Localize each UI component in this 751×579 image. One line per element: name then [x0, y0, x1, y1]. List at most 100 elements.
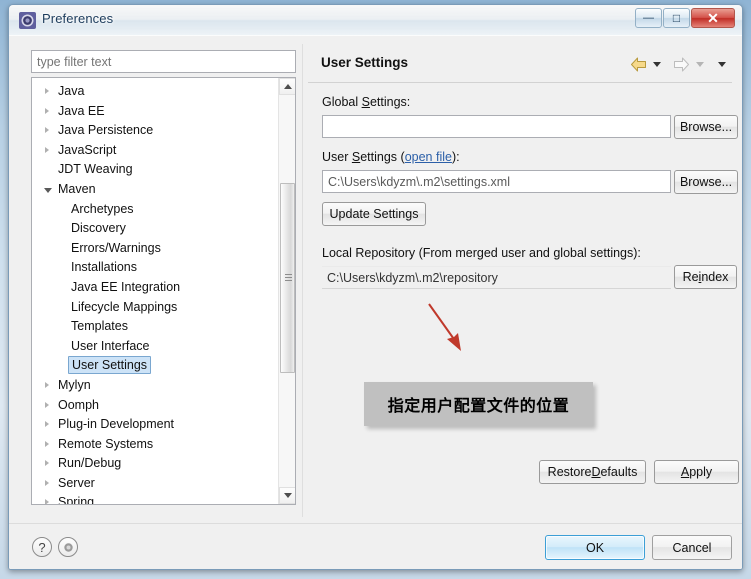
- chevron-right-icon[interactable]: [45, 127, 49, 134]
- sidebar-item-spring[interactable]: Spring: [32, 493, 277, 505]
- dialog-footer: ? OK Cancel: [9, 523, 742, 569]
- sidebar-item-remote-systems[interactable]: Remote Systems: [32, 435, 277, 455]
- chevron-right-icon[interactable]: [45, 440, 49, 447]
- sidebar-item-label: Lifecycle Mappings: [71, 299, 178, 314]
- sidebar-item-label: JDT Weaving: [58, 162, 133, 177]
- close-button[interactable]: ✕: [691, 8, 735, 28]
- forward-arrow-icon: [673, 57, 690, 72]
- sidebar-item-label: Archetypes: [71, 201, 134, 216]
- tree-item-list: Java Java EE Java Persistence JavaScript JDT…: [32, 82, 277, 505]
- maximize-icon: □: [672, 11, 681, 25]
- sidebar-item-discovery[interactable]: Discovery: [32, 219, 277, 239]
- global-settings-label: Global Settings:: [322, 95, 411, 109]
- user-settings-browse-button[interactable]: Browse...: [674, 170, 738, 194]
- local-repository-input[interactable]: C:\Users\kdyzm\.m2\repository: [322, 266, 671, 289]
- window-title: Preferences: [42, 11, 114, 26]
- sidebar-item-installations[interactable]: Installations: [32, 258, 277, 278]
- chevron-down-icon: [696, 62, 704, 67]
- sidebar-item-label: Templates: [71, 319, 128, 334]
- chevron-right-icon[interactable]: [45, 88, 49, 94]
- ok-button[interactable]: OK: [545, 535, 645, 560]
- chevron-right-icon[interactable]: [45, 107, 49, 114]
- restore-defaults-button[interactable]: Restore Defaults: [539, 460, 646, 484]
- apply-button[interactable]: Apply: [654, 460, 739, 484]
- sidebar-item-label: User Interface: [71, 338, 150, 353]
- preferences-gear-icon: [19, 12, 36, 29]
- open-file-link[interactable]: open file: [405, 150, 452, 164]
- chevron-right-icon[interactable]: [45, 401, 49, 408]
- sidebar-item-run-debug[interactable]: Run/Debug: [32, 454, 277, 474]
- chevron-right-icon[interactable]: [45, 499, 49, 504]
- user-settings-input[interactable]: [322, 170, 671, 193]
- sidebar-item-label: JavaScript: [58, 142, 117, 157]
- sidebar-item-label: Spring: [58, 495, 95, 505]
- global-settings-input[interactable]: [322, 115, 671, 138]
- sidebar-item-jdt-weaving[interactable]: JDT Weaving: [32, 160, 277, 180]
- sidebar-item-lifecycle-mappings[interactable]: Lifecycle Mappings: [32, 298, 277, 318]
- chevron-down-icon[interactable]: [44, 187, 52, 196]
- sidebar-item-oomph[interactable]: Oomph: [32, 396, 277, 416]
- close-icon: ✕: [707, 9, 719, 26]
- back-arrow-icon: [630, 57, 647, 72]
- sidebar-item-label: Server: [58, 475, 95, 490]
- update-settings-button[interactable]: Update Settings: [322, 202, 426, 226]
- sidebar-item-label: Java EE Integration: [71, 279, 181, 294]
- reindex-button[interactable]: Re i ndex: [674, 265, 737, 289]
- chevron-right-icon[interactable]: [45, 460, 49, 467]
- chevron-right-icon[interactable]: [45, 479, 49, 486]
- sidebar-item-label: Mylyn: [58, 377, 91, 392]
- sidebar-item-templates[interactable]: Templates: [32, 317, 277, 337]
- filter-input[interactable]: [31, 50, 296, 73]
- sidebar-item-user-interface[interactable]: User Interface: [32, 337, 277, 357]
- minimize-button[interactable]: —: [635, 8, 662, 28]
- sidebar-item-mylyn[interactable]: Mylyn: [32, 376, 277, 396]
- minimize-icon: —: [643, 12, 654, 24]
- sidebar-item-label: Java Persistence: [58, 123, 154, 138]
- sidebar-item-label: Plug-in Development: [58, 417, 175, 432]
- sidebar-item-server[interactable]: Server: [32, 474, 277, 494]
- sidebar-item-user-settings[interactable]: User Settings: [32, 356, 277, 376]
- sidebar-item-java-ee-integration[interactable]: Java EE Integration: [32, 278, 277, 298]
- sidebar-item-errors-warnings[interactable]: Errors/Warnings: [32, 239, 277, 259]
- user-settings-label: User Settings (open file):: [322, 150, 460, 164]
- sidebar-item-label: Errors/Warnings: [71, 240, 161, 255]
- annotation-callout: 指定用户配置文件的位置: [364, 382, 593, 426]
- sidebar-item-label: Remote Systems: [58, 436, 154, 451]
- chevron-right-icon[interactable]: [45, 381, 49, 388]
- sidebar-item-archetypes[interactable]: Archetypes: [32, 200, 277, 220]
- sidebar-item-javascript[interactable]: JavaScript: [32, 141, 277, 161]
- scrollbar-thumb[interactable]: [280, 183, 295, 373]
- chevron-right-icon[interactable]: [45, 146, 49, 153]
- question-mark-icon[interactable]: ?: [32, 537, 52, 557]
- sidebar-item-label: Java EE: [58, 103, 105, 118]
- preferences-tree[interactable]: Java Java EE Java Persistence JavaScript JDT…: [31, 77, 296, 505]
- sidebar-item-label: Maven: [58, 181, 96, 196]
- scroll-up-icon[interactable]: [279, 78, 295, 95]
- maximize-button[interactable]: □: [663, 8, 690, 28]
- sidebar-item-java-persistence[interactable]: Java Persistence: [32, 121, 277, 141]
- sidebar-item-label: User Settings: [68, 356, 152, 375]
- sidebar-item-java-ee[interactable]: Java EE: [32, 102, 277, 122]
- tree-scrollbar[interactable]: [278, 78, 295, 504]
- annotation-text: 指定用户配置文件的位置: [387, 396, 570, 415]
- page-header: User Settings: [308, 50, 732, 83]
- scrollbar-grip-icon: [285, 274, 292, 282]
- sidebar-item-label: Discovery: [71, 221, 126, 236]
- page-title: User Settings: [321, 55, 409, 70]
- panel-divider: [302, 44, 303, 517]
- sidebar-item-maven[interactable]: Maven: [32, 180, 277, 200]
- title-bar: Preferences — □ ✕: [9, 5, 742, 36]
- sidebar-item-label: Oomph: [58, 397, 99, 412]
- info-circle-icon[interactable]: [58, 537, 78, 557]
- chevron-right-icon[interactable]: [45, 421, 49, 428]
- chevron-down-icon: [718, 62, 726, 67]
- cancel-button[interactable]: Cancel: [652, 535, 732, 560]
- local-repository-label: Local Repository (From merged user and g…: [322, 246, 641, 260]
- preferences-dialog: Preferences — □ ✕ Java Java EE Java Persis…: [8, 4, 743, 570]
- sidebar-item-plug-in-development[interactable]: Plug-in Development: [32, 415, 277, 435]
- scroll-down-icon[interactable]: [279, 487, 295, 504]
- sidebar-item-label: Java: [58, 84, 85, 98]
- global-settings-browse-button[interactable]: Browse...: [674, 115, 738, 139]
- sidebar-item-java[interactable]: Java: [32, 82, 277, 102]
- chevron-down-icon: [653, 62, 661, 67]
